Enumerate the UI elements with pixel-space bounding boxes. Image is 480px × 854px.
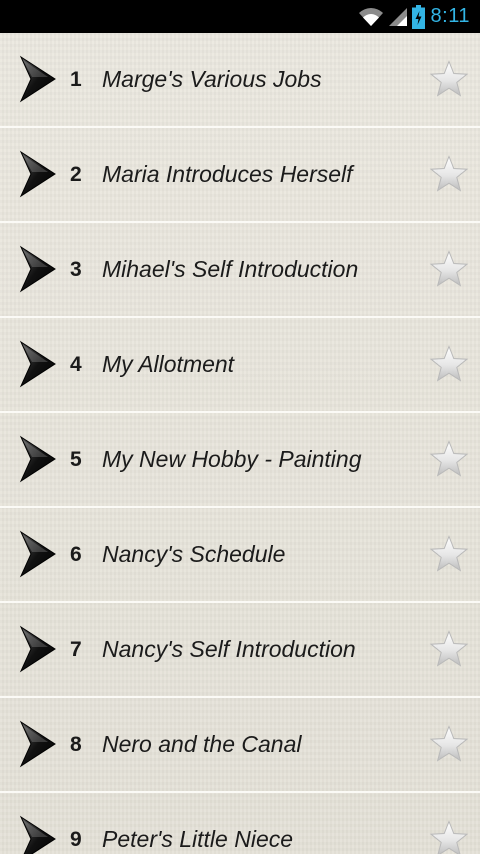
- item-number: 9: [70, 827, 82, 851]
- chevron-right-icon: [18, 530, 58, 578]
- chevron-right-icon: [18, 625, 58, 673]
- item-number: 4: [70, 352, 82, 376]
- signal-icon: [388, 7, 408, 27]
- item-title: Nancy's Schedule: [102, 541, 286, 567]
- chevron-right-icon: [18, 435, 58, 483]
- item-number: 1: [70, 67, 82, 91]
- item-number: 3: [70, 257, 82, 281]
- list-item[interactable]: 6 Nancy's Schedule: [0, 508, 480, 603]
- item-title: Nancy's Self Introduction: [102, 636, 356, 662]
- chevron-right-icon: [18, 245, 58, 293]
- item-number: 7: [70, 637, 82, 661]
- list-item[interactable]: 1 Marge's Various Jobs: [0, 33, 480, 128]
- item-number: 8: [70, 732, 82, 756]
- list-item[interactable]: 8 Nero and the Canal: [0, 698, 480, 793]
- lesson-list[interactable]: 1 Marge's Various Jobs 2 Maria Introduce…: [0, 33, 480, 854]
- list-item[interactable]: 2 Maria Introduces Herself: [0, 128, 480, 223]
- star-icon[interactable]: [429, 820, 469, 854]
- item-title: Mihael's Self Introduction: [102, 256, 359, 282]
- item-title: Maria Introduces Herself: [102, 161, 353, 187]
- chevron-right-icon: [18, 720, 58, 768]
- list-item[interactable]: 7 Nancy's Self Introduction: [0, 603, 480, 698]
- item-title: Nero and the Canal: [102, 731, 302, 757]
- item-number: 2: [70, 162, 82, 186]
- item-title: My Allotment: [102, 351, 235, 377]
- chevron-right-icon: [18, 150, 58, 198]
- list-item[interactable]: 5 My New Hobby - Painting: [0, 413, 480, 508]
- list-item[interactable]: 3 Mihael's Self Introduction: [0, 223, 480, 318]
- item-number: 5: [70, 447, 82, 471]
- list-item[interactable]: 9 Peter's Little Niece: [0, 793, 480, 854]
- item-title: My New Hobby - Painting: [102, 446, 362, 472]
- star-icon[interactable]: [429, 155, 469, 193]
- status-bar: 8:11: [0, 0, 480, 33]
- chevron-right-icon: [18, 55, 58, 103]
- status-time: 8:11: [430, 5, 470, 27]
- star-icon[interactable]: [429, 535, 469, 573]
- chevron-right-icon: [18, 815, 58, 854]
- star-icon[interactable]: [429, 440, 469, 478]
- star-icon[interactable]: [429, 250, 469, 288]
- star-icon[interactable]: [429, 630, 469, 668]
- item-title: Peter's Little Niece: [102, 826, 294, 852]
- chevron-right-icon: [18, 340, 58, 388]
- wifi-icon: [358, 7, 384, 27]
- star-icon[interactable]: [429, 345, 469, 383]
- star-icon[interactable]: [429, 60, 469, 98]
- item-title: Marge's Various Jobs: [102, 66, 322, 92]
- list-item[interactable]: 4 My Allotment: [0, 318, 480, 413]
- battery-charging-icon: [411, 4, 425, 29]
- item-number: 6: [70, 542, 82, 566]
- star-icon[interactable]: [429, 725, 469, 763]
